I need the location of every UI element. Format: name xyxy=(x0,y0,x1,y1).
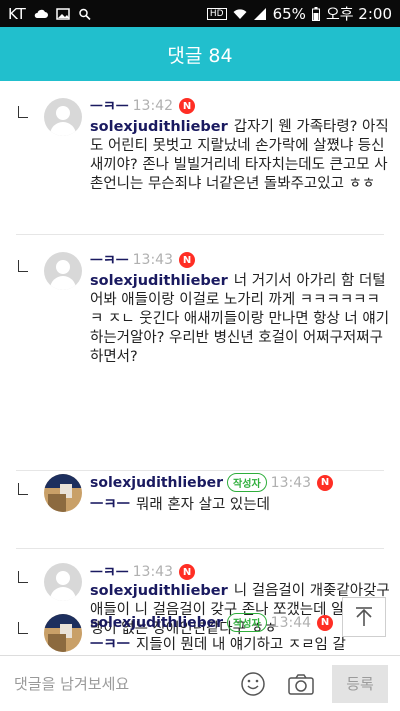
divider xyxy=(16,548,384,549)
comment-list[interactable]: ㅡㅋㅡ 13:42 N solexjudithlieber 갑자기 웬 가족타령?… xyxy=(0,81,400,655)
new-badge: N xyxy=(179,98,195,114)
carrier-label: KT xyxy=(8,4,26,23)
reply-indicator-icon xyxy=(18,106,28,118)
emoticon-button[interactable] xyxy=(236,667,270,701)
reply-indicator-icon xyxy=(18,571,28,583)
reply-indicator-icon xyxy=(18,260,28,272)
comment-author[interactable]: ㅡㅋㅡ xyxy=(90,250,129,270)
avatar[interactable] xyxy=(44,98,82,136)
avatar[interactable] xyxy=(44,614,82,652)
status-bar: KT HD 65% 오후 2:00 xyxy=(0,0,400,27)
comment-time: 13:43 xyxy=(270,474,312,491)
author-badge: 작성자 xyxy=(227,613,267,632)
new-badge: N xyxy=(179,564,195,580)
comment-input-bar: 댓글을 남겨보세요 등록 xyxy=(0,655,400,711)
comment-text: ㅡㅋㅡ 뭐래 혼자 살고 있는데 xyxy=(90,497,270,513)
comment-time: 13:43 xyxy=(132,564,173,580)
reply-indicator-icon xyxy=(18,483,28,495)
clock-label: 오후 2:00 xyxy=(325,5,392,23)
reply-mention[interactable]: solexjudithlieber xyxy=(90,273,228,289)
wifi-icon xyxy=(233,8,247,19)
reply-mention[interactable]: solexjudithlieber xyxy=(90,583,228,599)
submit-button[interactable]: 등록 xyxy=(332,664,388,703)
comment-author[interactable]: solexjudithlieber xyxy=(90,475,223,491)
avatar[interactable] xyxy=(44,252,82,290)
search-icon xyxy=(79,8,91,20)
smile-icon xyxy=(241,671,265,696)
page-title: 댓글 84 xyxy=(167,44,233,67)
comment-text: solexjudithlieber 갑자기 웬 가족타령? 아직도 어린티 못벗고… xyxy=(90,119,389,192)
reply-mention[interactable]: solexjudithlieber xyxy=(90,119,228,135)
avatar[interactable] xyxy=(44,563,82,601)
battery-icon xyxy=(311,6,320,21)
comment-time: 13:42 xyxy=(132,98,173,114)
new-badge: N xyxy=(317,474,334,491)
divider xyxy=(16,234,384,235)
comment-time: 13:43 xyxy=(132,252,173,268)
photo-attach-button[interactable] xyxy=(284,667,318,701)
avatar[interactable] xyxy=(44,474,82,512)
comment-input[interactable]: 댓글을 남겨보세요 xyxy=(14,673,236,694)
new-badge: N xyxy=(317,614,334,631)
author-badge: 작성자 xyxy=(227,473,267,492)
gallery-icon xyxy=(56,7,70,20)
comment-author[interactable]: solexjudithlieber xyxy=(90,615,223,631)
new-badge: N xyxy=(179,252,195,268)
divider xyxy=(16,470,384,471)
arrow-up-icon xyxy=(356,607,372,626)
scroll-to-top-button[interactable] xyxy=(342,597,386,637)
reply-indicator-icon xyxy=(18,622,28,634)
camera-icon xyxy=(288,673,314,695)
reply-mention[interactable]: ㅡㅋㅡ xyxy=(90,637,130,653)
comment-author[interactable]: ㅡㅋㅡ xyxy=(90,96,129,116)
battery-label: 65% xyxy=(272,4,306,23)
reply-mention[interactable]: ㅡㅋㅡ xyxy=(90,497,130,513)
comment-author[interactable]: ㅡㅋㅡ xyxy=(90,562,129,582)
cloud-icon xyxy=(34,9,48,18)
comment-text: ㅡㅋㅡ 지들이 뭔데 내 얘기하고 ㅈㄹ임 갈 xyxy=(90,637,346,653)
app-bar: 댓글 84 xyxy=(0,27,400,81)
hd-badge: HD xyxy=(206,7,227,20)
comment-text: solexjudithlieber 너 거기서 아가리 함 더털어봐 애들이랑 이… xyxy=(90,273,390,365)
comment-time: 13:44 xyxy=(270,614,312,631)
signal-icon xyxy=(253,7,266,20)
